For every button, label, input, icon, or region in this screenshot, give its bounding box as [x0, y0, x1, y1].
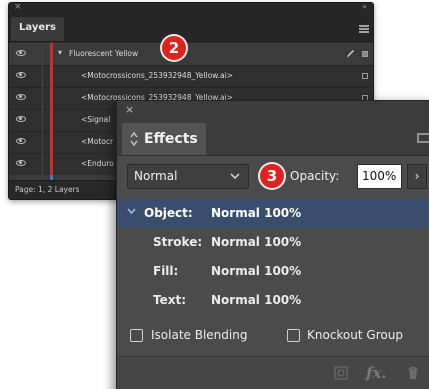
trash-icon[interactable] [405, 365, 421, 381]
callout-badge: 3 [260, 164, 284, 188]
layer-color-swatch [50, 43, 53, 65]
layer-name: <Motocrossicons_253932948_Yellow.ai> [81, 71, 233, 80]
effect-row-value: Normal 100% [211, 293, 302, 307]
layer-row-object[interactable]: <Motocrossicons_253932948_Yellow.ai> [9, 65, 373, 88]
column-divider [42, 43, 43, 65]
isolate-blending-checkbox[interactable] [130, 329, 143, 342]
blend-mode-value: Normal [134, 169, 178, 183]
clear-effects-icon[interactable] [333, 365, 349, 381]
visibility-eye-icon[interactable] [16, 94, 26, 100]
tab-effects[interactable]: Effects [122, 123, 206, 155]
chevron-down-icon[interactable] [127, 208, 136, 215]
effects-panel: × Effects Normal Opacity: 100% › Object:… [116, 100, 429, 389]
close-icon[interactable]: × [14, 2, 22, 12]
effects-tab-label: Effects [144, 131, 198, 147]
effects-footer: fx. [117, 356, 429, 389]
opacity-slider-button[interactable]: › [407, 164, 427, 189]
target-square-icon[interactable] [362, 73, 368, 79]
twirl-down-icon[interactable]: ▾ [58, 47, 62, 59]
visibility-eye-icon[interactable] [16, 50, 26, 56]
effect-row-value: Normal 100% [211, 235, 302, 249]
effect-row-stroke[interactable]: Stroke: Normal 100% [117, 228, 429, 257]
updown-arrows-icon [130, 131, 138, 147]
column-divider [42, 109, 43, 131]
close-icon[interactable]: × [125, 102, 134, 118]
knockout-group-label: Knockout Group [307, 328, 403, 342]
callout-badge: 2 [162, 36, 186, 60]
isolate-blending-label: Isolate Blending [151, 328, 248, 342]
collapse-icon[interactable]: » [362, 2, 367, 12]
layers-tabbar: Layers [9, 13, 373, 42]
screenshot-stage: × » Layers ▾ Fluorescent Yellow <Motocro… [0, 0, 429, 389]
layer-name: <Signal [81, 115, 111, 124]
tab-layers[interactable]: Layers [11, 17, 64, 41]
effects-tabbar: Effects [117, 119, 429, 156]
target-square-icon[interactable] [362, 51, 368, 57]
effect-row-label: Text: [153, 293, 187, 307]
blend-mode-dropdown[interactable]: Normal [127, 164, 249, 189]
visibility-eye-icon[interactable] [16, 72, 26, 78]
panel-menu-icon[interactable] [359, 25, 369, 33]
chevron-down-icon [230, 173, 240, 179]
effect-row-value: Normal 100% [211, 264, 302, 278]
layer-row-fluorescent-yellow[interactable]: ▾ Fluorescent Yellow [9, 43, 373, 66]
layer-name: <Motocr [81, 137, 114, 146]
panel-menu-icon-inner [419, 135, 429, 141]
visibility-eye-icon[interactable] [16, 138, 26, 144]
effect-row-label: Stroke: [153, 235, 203, 249]
column-divider [42, 131, 43, 153]
layers-panel-titlebar: × » [9, 2, 373, 13]
visibility-eye-icon[interactable] [16, 160, 26, 166]
effect-row-text[interactable]: Text: Normal 100% [117, 286, 429, 315]
fx-icon[interactable]: fx. [366, 364, 387, 382]
column-divider [42, 153, 43, 175]
knockout-group-checkbox[interactable] [287, 329, 300, 342]
layer-name: Fluorescent Yellow [69, 49, 139, 58]
column-divider [42, 87, 43, 109]
layer-color-swatch [50, 65, 53, 87]
layer-name: <Enduro [81, 159, 114, 168]
effect-row-fill[interactable]: Fill: Normal 100% [117, 257, 429, 286]
effect-row-label: Object: [144, 206, 193, 220]
layer-color-swatch [50, 131, 53, 153]
layers-status-text: Page: 1, 2 Layers [15, 185, 80, 194]
panel-menu-icon[interactable] [417, 133, 429, 143]
layer-color-swatch [50, 153, 53, 175]
opacity-input[interactable]: 100% [357, 164, 402, 189]
layer-color-swatch [50, 109, 53, 131]
effect-row-value: Normal 100% [211, 206, 302, 220]
effect-row-label: Fill: [153, 264, 179, 278]
layer-color-swatch [50, 87, 53, 109]
effects-panel-titlebar: × [117, 101, 429, 119]
pen-icon [347, 50, 354, 58]
visibility-eye-icon[interactable] [16, 116, 26, 122]
column-divider [42, 65, 43, 87]
effect-row-object[interactable]: Object: Normal 100% [117, 199, 429, 228]
opacity-label: Opacity: [290, 169, 340, 183]
